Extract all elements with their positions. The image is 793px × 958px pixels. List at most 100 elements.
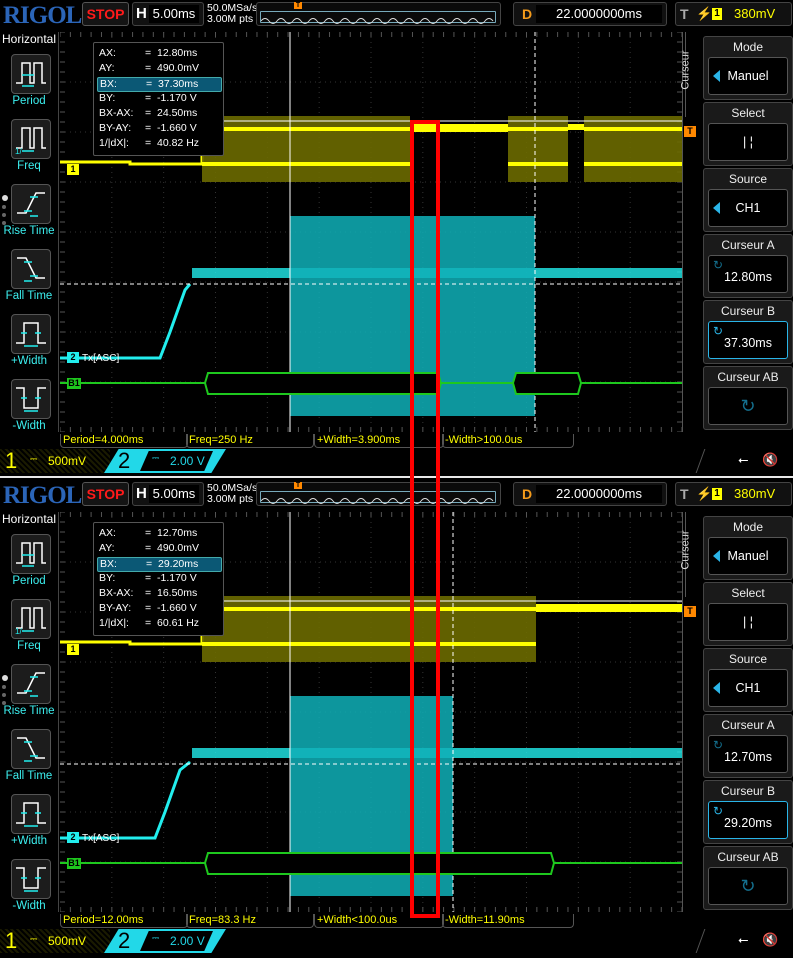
trigger-box[interactable]: T ⚡ 1 380mV — [675, 482, 792, 506]
screen-separator — [0, 476, 793, 478]
menu-value[interactable]: ↻ 29.20ms — [708, 801, 788, 839]
menu-value[interactable]: Manuel — [708, 537, 788, 575]
menu-curseur-ab[interactable]: Curseur AB ↻ — [703, 366, 793, 430]
readout-key: BY: — [99, 92, 116, 104]
readout-key: BX: — [100, 558, 117, 570]
menu-value[interactable]: ↻ — [708, 867, 788, 905]
readout-value: -1.170 V — [157, 92, 197, 104]
measure--width-button[interactable] — [11, 859, 51, 899]
menu-select[interactable]: Select | ¦ — [703, 102, 793, 166]
menu-value-text: Manuel — [727, 549, 769, 563]
channel-2-marker[interactable]: 2 — [67, 832, 79, 843]
readout-value: 24.50ms — [157, 107, 198, 119]
period-icon — [16, 62, 46, 87]
measure--width-button[interactable] — [11, 379, 51, 419]
bus-b1-marker[interactable]: B1 — [67, 858, 81, 869]
readout-key: BY-AY: — [99, 122, 132, 134]
bus-b1-marker[interactable]: B1 — [67, 378, 81, 389]
channel-1-status[interactable]: 1 ⎓ 500mV — [0, 929, 110, 953]
trigger-box[interactable]: T ⚡ 1 380mV — [675, 2, 792, 26]
menu-title: Curseur AB — [717, 370, 779, 384]
ch1-trace-low — [202, 162, 410, 166]
measure-rise-time-button[interactable] — [11, 664, 51, 704]
dc-coupling-icon: ⎓ — [30, 934, 38, 944]
measure-fall-time-button[interactable] — [11, 249, 51, 289]
brand-logo: RIGOL — [3, 2, 82, 29]
readout-equals: = — [145, 92, 152, 104]
menu-value[interactable]: CH1 — [708, 669, 788, 707]
cursor-readout-row: 1/|dX|: = 60.61 Hz — [97, 617, 220, 630]
menu-select[interactable]: Select | ¦ — [703, 582, 793, 646]
channel-1-marker[interactable]: 1 — [67, 164, 79, 175]
menu-value[interactable]: CH1 — [708, 189, 788, 227]
positive-width-icon — [16, 322, 46, 347]
readout-value: 37.30ms — [158, 78, 199, 90]
measure-freq-button[interactable]: 1/ — [11, 599, 51, 639]
measure-label: Freq — [17, 160, 41, 172]
measure-label: +Width — [10, 835, 48, 847]
measure-rise-time-button[interactable] — [11, 184, 51, 224]
memory-overview[interactable]: T — [256, 2, 501, 26]
delay-box[interactable]: D 22.0000000ms — [513, 482, 667, 506]
decode-label: Tx[ASC] — [82, 833, 120, 844]
run-stop-indicator[interactable]: STOP — [82, 482, 129, 506]
run-stop-indicator[interactable]: STOP — [82, 2, 129, 26]
mute-icon[interactable]: 🔇 — [762, 452, 778, 468]
readout-key: AX: — [99, 527, 116, 539]
readout-key: BX-AX: — [99, 107, 134, 119]
waveform-overview — [260, 11, 496, 24]
channel-2-status[interactable]: 2 ⎓ 2.00 V — [104, 929, 226, 953]
menu-value[interactable]: | ¦ — [708, 603, 788, 641]
menu-curseur-ab[interactable]: Curseur AB ↻ — [703, 846, 793, 910]
menu-value[interactable]: Manuel — [708, 57, 788, 95]
measure--width-button[interactable] — [11, 794, 51, 834]
menu-value[interactable]: ↻ 12.80ms — [708, 255, 788, 293]
trigger-source: 1 — [712, 8, 722, 20]
channel-1-status[interactable]: 1 ⎓ 500mV — [0, 449, 110, 473]
rotary-knob-icon: ↻ — [740, 396, 756, 416]
cursor-readout-row: 1/|dX|: = 40.82 Hz — [97, 137, 220, 150]
channel-1-marker[interactable]: 1 — [67, 644, 79, 655]
menu-source[interactable]: Source CH1 — [703, 168, 793, 232]
rotary-knob-icon: ↻ — [713, 324, 724, 338]
timebase-box[interactable]: H 5.00ms — [132, 2, 204, 26]
menu-curseur-b[interactable]: Curseur B ↻ 37.30ms — [703, 300, 793, 364]
menu-tab-label: Curseur — [679, 530, 692, 570]
trigger-level: 380mV — [734, 6, 776, 21]
channel-2-status[interactable]: 2 ⎓ 2.00 V — [104, 449, 226, 473]
menu-value[interactable]: | ¦ — [708, 123, 788, 161]
menu-value[interactable]: ↻ — [708, 387, 788, 425]
readout-equals: = — [145, 47, 152, 59]
rise-time-icon — [17, 672, 45, 697]
timebase-label: H — [136, 485, 147, 502]
menu-value[interactable]: ↻ 37.30ms — [708, 321, 788, 359]
oscilloscope-screen-top: RIGOL STOP H 5.00ms 50.0MSa/s 3.00M pts … — [0, 0, 793, 478]
menu-value[interactable]: ↻ 12.70ms — [708, 735, 788, 773]
delay-box[interactable]: D 22.0000000ms — [513, 2, 667, 26]
menu-title: Curseur A — [721, 238, 775, 252]
measure-period-button[interactable] — [11, 54, 51, 94]
menu-curseur-a[interactable]: Curseur A ↻ 12.80ms — [703, 234, 793, 298]
menu-source[interactable]: Source CH1 — [703, 648, 793, 712]
menu-mode[interactable]: Mode Manuel — [703, 36, 793, 100]
measure-fall-time-button[interactable] — [11, 729, 51, 769]
cursor-menu-panel: Curseur Mode Manuel Select | ¦ Source CH1 C… — [680, 32, 793, 432]
rising-edge-icon: ⚡ — [696, 486, 713, 501]
cursor-readout-row: BX-AX: = 16.50ms — [97, 587, 220, 600]
memory-overview[interactable]: T — [256, 482, 501, 506]
readout-value: 12.80ms — [157, 47, 198, 59]
menu-curseur-b[interactable]: Curseur B ↻ 29.20ms — [703, 780, 793, 844]
trigger-label: T — [680, 6, 689, 22]
menu-curseur-a[interactable]: Curseur A ↻ 12.70ms — [703, 714, 793, 778]
measure-period-button[interactable] — [11, 534, 51, 574]
measure-freq-button[interactable]: 1/ — [11, 119, 51, 159]
channel-2-marker[interactable]: 2 — [67, 352, 79, 363]
mute-icon[interactable]: 🔇 — [762, 932, 778, 948]
menu-title: Curseur A — [721, 718, 775, 732]
measure--width-button[interactable] — [11, 314, 51, 354]
menu-mode[interactable]: Mode Manuel — [703, 516, 793, 580]
readout-key: BY: — [99, 572, 116, 584]
timebase-box[interactable]: H 5.00ms — [132, 482, 204, 506]
measure-label: Freq — [17, 640, 41, 652]
brand-logo: RIGOL — [3, 482, 82, 509]
